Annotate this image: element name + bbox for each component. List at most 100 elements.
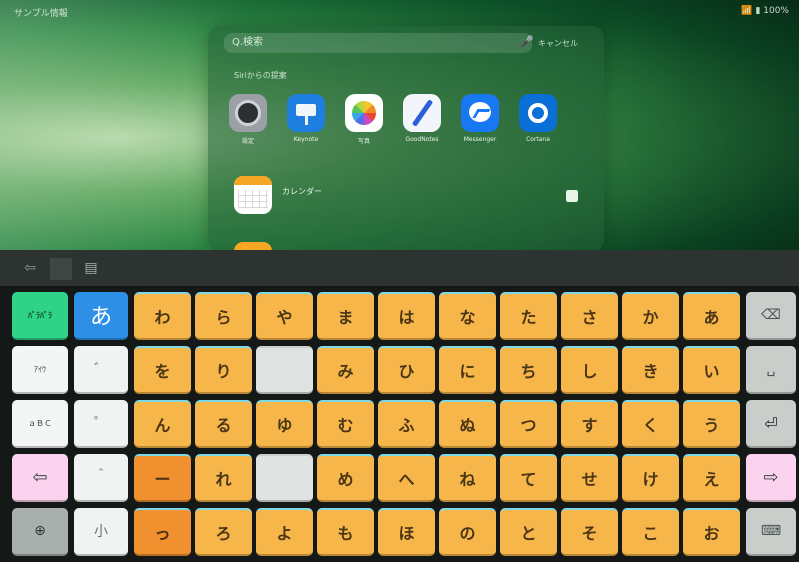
status-time: サンプル情報: [14, 9, 68, 19]
right-arrow-key[interactable]: ⇨: [746, 454, 796, 502]
settings-icon[interactable]: [229, 94, 267, 132]
kana-key[interactable]: ゆ: [256, 400, 313, 448]
kana-key[interactable]: へ: [378, 454, 435, 502]
kana-key[interactable]: の: [439, 508, 496, 556]
kana-key[interactable]: さ: [561, 292, 618, 340]
candidate-slot[interactable]: [50, 258, 72, 280]
delete-key[interactable]: ⌫: [746, 292, 796, 340]
kana-key[interactable]: め: [317, 454, 374, 502]
kana-key[interactable]: ひ: [378, 346, 435, 394]
kana-key[interactable]: に: [439, 346, 496, 394]
kana-key[interactable]: ら: [195, 292, 252, 340]
kana-key[interactable]: い: [683, 346, 740, 394]
kana-key[interactable]: わ: [134, 292, 191, 340]
kana-key[interactable]: も: [317, 508, 374, 556]
suggested-apps-row: 設定 Keynote 写真 GoodNotes Messenger Cortan…: [228, 94, 558, 145]
app-messenger[interactable]: Messenger: [460, 94, 500, 145]
return-key[interactable]: ⏎: [746, 400, 796, 448]
kana-key[interactable]: う: [683, 400, 740, 448]
mode-key-katakana[interactable]: ｱｲｳ: [12, 346, 68, 394]
app-keynote[interactable]: Keynote: [286, 94, 326, 145]
mode-key-alphabet[interactable]: ａＢＣ: [12, 400, 68, 448]
goodnotes-icon[interactable]: [403, 94, 441, 132]
kana-key[interactable]: け: [622, 454, 679, 502]
app-label: Cortana: [526, 136, 550, 143]
kana-key[interactable]: は: [378, 292, 435, 340]
kana-key[interactable]: ー: [134, 454, 191, 502]
app-label: Keynote: [293, 136, 319, 143]
mode-key-barabara[interactable]: ﾊﾞﾗﾊﾞﾗ: [12, 292, 68, 340]
back-arrow-icon[interactable]: ⇦: [20, 258, 40, 278]
kana-key[interactable]: す: [561, 400, 618, 448]
kana-key[interactable]: む: [317, 400, 374, 448]
keyboard-dismiss-key[interactable]: ⌨: [746, 508, 796, 556]
kana-key[interactable]: こ: [622, 508, 679, 556]
photos-icon[interactable]: [345, 94, 383, 132]
search-result-row[interactable]: カレンダー: [234, 176, 594, 216]
dakuten-key[interactable]: ゛: [74, 346, 128, 394]
spotlight-search-panel: Q.検索 🎤 キャンセル Siriからの提案 設定 Keynote 写真 Goo…: [208, 26, 604, 252]
kana-key[interactable]: お: [683, 508, 740, 556]
kana-key[interactable]: よ: [256, 508, 313, 556]
kana-key[interactable]: と: [500, 508, 557, 556]
app-cortana[interactable]: Cortana: [518, 94, 558, 145]
kana-key[interactable]: し: [561, 346, 618, 394]
kana-key[interactable]: や: [256, 292, 313, 340]
ipad-screen: サンプル情報 📶 ▮ 100% Q.検索 🎤 キャンセル Siriからの提案 設…: [0, 0, 799, 562]
caret-key[interactable]: ＾: [74, 454, 128, 502]
left-arrow-key[interactable]: ⇦: [12, 454, 68, 502]
kana-key[interactable]: を: [134, 346, 191, 394]
app-photos[interactable]: 写真: [344, 94, 384, 145]
cortana-icon[interactable]: [519, 94, 557, 132]
kana-key[interactable]: て: [500, 454, 557, 502]
kana-key[interactable]: ふ: [378, 400, 435, 448]
kana-key[interactable]: な: [439, 292, 496, 340]
kana-key[interactable]: れ: [195, 454, 252, 502]
kana-key[interactable]: か: [622, 292, 679, 340]
kana-key[interactable]: る: [195, 400, 252, 448]
kana-key[interactable]: そ: [561, 508, 618, 556]
kana-key[interactable]: ほ: [378, 508, 435, 556]
messenger-icon[interactable]: [461, 94, 499, 132]
search-result-title: カレンダー: [282, 187, 322, 196]
kana-key[interactable]: あ: [683, 292, 740, 340]
app-label: GoodNotes: [405, 136, 439, 143]
calendar-icon[interactable]: [234, 176, 272, 214]
app-label: 写真: [357, 138, 370, 145]
handakuten-key[interactable]: ゜: [74, 400, 128, 448]
microphone-icon[interactable]: 🎤: [520, 35, 534, 49]
app-label: Messenger: [463, 136, 497, 143]
kana-key[interactable]: た: [500, 292, 557, 340]
keyboard-candidate-bar: ⇦ ▤: [0, 250, 799, 286]
status-battery: 📶 ▮ 100%: [741, 6, 789, 16]
spotlight-search-input[interactable]: Q.検索: [224, 33, 532, 53]
document-icon[interactable]: ▤: [80, 256, 102, 280]
kana-key[interactable]: き: [622, 346, 679, 394]
kana-key[interactable]: ろ: [195, 508, 252, 556]
kana-key[interactable]: ん: [134, 400, 191, 448]
kana-key[interactable]: せ: [561, 454, 618, 502]
kana-key[interactable]: っ: [134, 508, 191, 556]
keynote-icon[interactable]: [287, 94, 325, 132]
siri-suggestions-label: Siriからの提案: [234, 71, 287, 80]
cancel-button[interactable]: キャンセル: [538, 38, 578, 49]
space-key[interactable]: ␣: [746, 346, 796, 394]
globe-key[interactable]: ⊕: [12, 508, 68, 556]
blank-key: [256, 346, 313, 394]
app-label: 設定: [241, 138, 254, 145]
kana-key[interactable]: ち: [500, 346, 557, 394]
app-settings[interactable]: 設定: [228, 94, 268, 145]
blank-key: [256, 454, 313, 502]
result-badge-icon: [566, 190, 578, 202]
kana-key[interactable]: く: [622, 400, 679, 448]
kana-key[interactable]: つ: [500, 400, 557, 448]
kana-key[interactable]: み: [317, 346, 374, 394]
kana-key[interactable]: ね: [439, 454, 496, 502]
kana-key[interactable]: え: [683, 454, 740, 502]
kana-key[interactable]: ま: [317, 292, 374, 340]
app-goodnotes[interactable]: GoodNotes: [402, 94, 442, 145]
kana-key[interactable]: り: [195, 346, 252, 394]
kana-key[interactable]: ぬ: [439, 400, 496, 448]
small-kana-key[interactable]: 小: [74, 508, 128, 556]
hiragana-mode-key[interactable]: あ: [74, 292, 128, 340]
